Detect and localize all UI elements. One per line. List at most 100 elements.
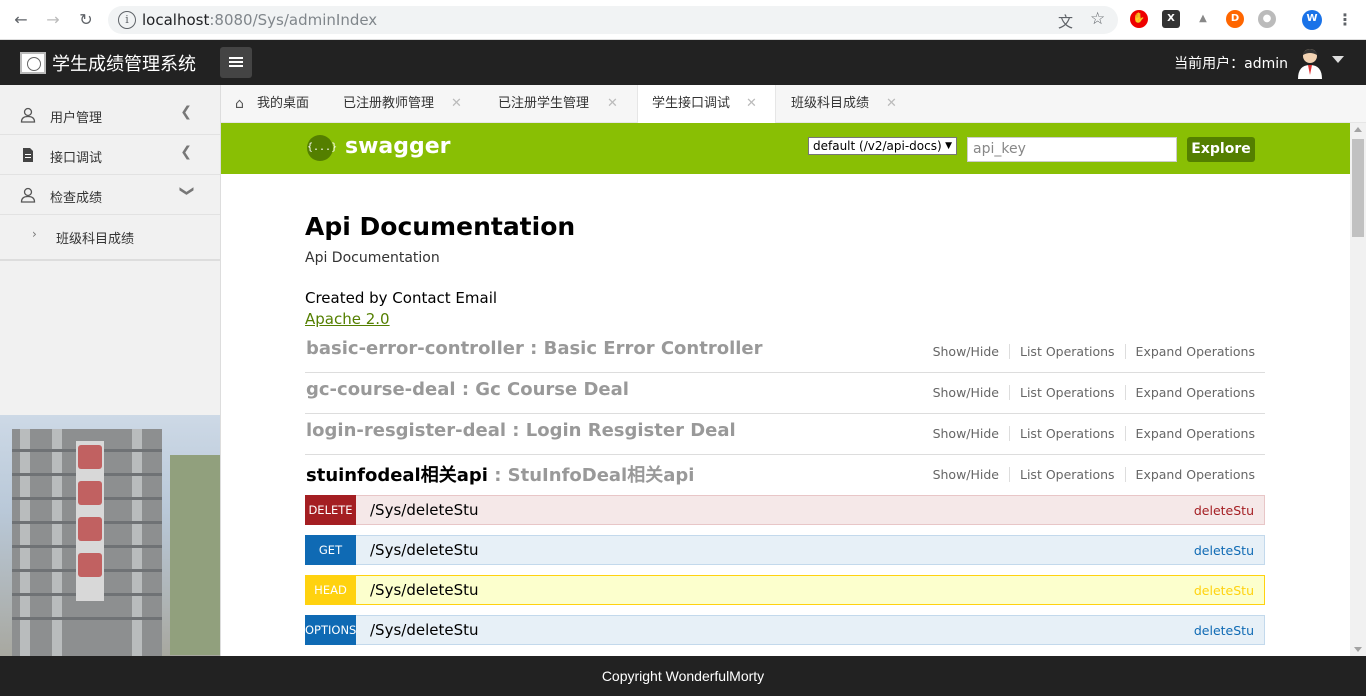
scrollbar-thumb[interactable] <box>1352 139 1364 237</box>
http-method-badge[interactable]: OPTIONS <box>305 615 356 645</box>
resource-actions: Show/Hide List Operations Expand Operation… <box>922 426 1255 441</box>
sidebar: 用户管理 ❮ 接口调试 ❮ 检查成绩 ❮ › 班级科目成绩 <box>0 85 221 656</box>
list-operations-link[interactable]: List Operations <box>1010 385 1126 400</box>
operation-nickname[interactable]: deleteStu <box>1194 503 1254 518</box>
url-text[interactable]: localhost:8080/Sys/adminIndex <box>142 11 377 29</box>
extension-tree-icon[interactable]: ▲ <box>1194 10 1212 28</box>
resource-gc-course-deal[interactable]: gc-course-deal : Gc Course Deal Show/Hid… <box>305 373 1265 414</box>
tab-my-desktop[interactable]: ⌂ 我的桌面 <box>235 85 331 123</box>
menu-toggle-button[interactable] <box>220 47 252 78</box>
http-method-badge[interactable]: GET <box>305 535 356 565</box>
tab-bar: ⌂ 我的桌面 已注册教师管理 ✕ 已注册学生管理 ✕ 学生接口调试 ✕ 班级科目… <box>221 85 1366 124</box>
tab-label: 学生接口调试 <box>652 96 731 111</box>
profile-avatar[interactable]: W <box>1302 10 1322 30</box>
user-avatar-icon[interactable] <box>1296 47 1324 79</box>
extension-duck-icon[interactable]: D <box>1226 10 1244 28</box>
http-method-badge[interactable]: DELETE <box>305 495 356 525</box>
user-icon <box>20 187 36 203</box>
resource-stuinfodeal[interactable]: stuinfodeal相关api : StuInfoDeal相关api Show… <box>305 455 1265 496</box>
operation-nickname[interactable]: deleteStu <box>1194 623 1254 638</box>
license-link[interactable]: Apache 2.0 <box>305 310 390 328</box>
spec-select-value: default (/v2/api-docs) <box>813 139 942 153</box>
resource-name[interactable]: basic-error-controller : Basic Error Con… <box>306 338 763 359</box>
chevron-left-icon: ❮ <box>180 104 192 120</box>
operation-path[interactable]: /Sys/deleteStu <box>370 621 479 639</box>
resource-key: gc-course-deal <box>306 379 456 400</box>
swagger-logo-icon: {...} <box>307 135 337 161</box>
operation-path[interactable]: /Sys/deleteStu <box>370 501 479 519</box>
reload-icon[interactable]: ↻ <box>75 9 97 31</box>
operation-nickname[interactable]: deleteStu <box>1194 583 1254 598</box>
extension-x-icon[interactable]: X <box>1162 10 1180 28</box>
operation-delete[interactable]: DELETE/Sys/deleteStu deleteStu <box>305 495 1265 525</box>
resource-name[interactable]: gc-course-deal : Gc Course Deal <box>306 379 629 400</box>
user-dropdown-caret-icon[interactable] <box>1332 56 1344 63</box>
swagger-brand: swagger <box>345 134 451 159</box>
resource-basic-error-controller[interactable]: basic-error-controller : Basic Error Con… <box>305 332 1265 373</box>
resource-name[interactable]: login-resgister-deal : Login Resgister D… <box>306 420 736 441</box>
list-operations-link[interactable]: List Operations <box>1010 467 1126 482</box>
expand-operations-link[interactable]: Expand Operations <box>1126 385 1255 400</box>
chevron-down-icon: ❮ <box>178 185 195 197</box>
close-icon[interactable]: ✕ <box>607 85 618 123</box>
scroll-down-arrow-icon[interactable] <box>1354 647 1362 652</box>
site-info-icon[interactable]: i <box>118 11 136 29</box>
http-method-badge[interactable]: HEAD <box>305 575 356 605</box>
sidebar-item-user-management[interactable]: 用户管理 ❮ <box>0 95 220 135</box>
explore-button[interactable]: Explore <box>1187 137 1255 162</box>
tab-student-api-debug[interactable]: 学生接口调试 ✕ <box>637 85 776 124</box>
tab-registered-teachers[interactable]: 已注册教师管理 ✕ <box>343 85 473 123</box>
sidebar-subitem-class-scores[interactable]: › 班级科目成绩 <box>0 216 220 256</box>
expand-operations-link[interactable]: Expand Operations <box>1126 344 1255 359</box>
content-scrollbar[interactable] <box>1350 123 1366 656</box>
show-hide-link[interactable]: Show/Hide <box>922 344 1010 359</box>
tab-class-subject-scores[interactable]: 班级科目成绩 ✕ <box>791 85 903 123</box>
tab-label: 已注册学生管理 <box>498 96 590 111</box>
forward-arrow-icon[interactable]: → <box>42 9 64 31</box>
close-icon[interactable]: ✕ <box>746 85 757 123</box>
back-arrow-icon[interactable]: ← <box>10 9 32 31</box>
url-path: :8080/Sys/adminIndex <box>209 11 378 29</box>
chevron-right-icon: › <box>32 227 37 241</box>
show-hide-link[interactable]: Show/Hide <box>922 467 1010 482</box>
app-header: 学生成绩管理系统 当前用户：admin <box>0 40 1366 85</box>
resource-desc: Login Resgister Deal <box>525 420 736 441</box>
doc-contact: Created by Contact Email <box>305 289 498 307</box>
operation-head[interactable]: HEAD/Sys/deleteStu deleteStu <box>305 575 1265 605</box>
expand-operations-link[interactable]: Expand Operations <box>1126 467 1255 482</box>
close-icon[interactable]: ✕ <box>886 85 897 123</box>
spec-select[interactable]: default (/v2/api-docs) ▼ <box>808 137 957 155</box>
show-hide-link[interactable]: Show/Hide <box>922 426 1010 441</box>
operation-nickname[interactable]: deleteStu <box>1194 543 1254 558</box>
operation-path[interactable]: /Sys/deleteStu <box>370 541 479 559</box>
swagger-content: Api Documentation Api Documentation Crea… <box>221 174 1350 656</box>
resource-actions: Show/Hide List Operations Expand Operation… <box>922 344 1255 359</box>
resource-login-resgister-deal[interactable]: login-resgister-deal : Login Resgister D… <box>305 414 1265 455</box>
operation-options[interactable]: OPTIONS/Sys/deleteStu deleteStu <box>305 615 1265 645</box>
list-operations-link[interactable]: List Operations <box>1010 426 1126 441</box>
dropdown-arrow-icon: ▼ <box>945 141 952 151</box>
resource-name[interactable]: stuinfodeal相关api : StuInfoDeal相关api <box>306 461 694 487</box>
close-icon[interactable]: ✕ <box>451 85 462 123</box>
campus-building-image <box>0 415 220 656</box>
api-key-input[interactable]: api_key <box>967 137 1177 162</box>
tab-registered-students[interactable]: 已注册学生管理 ✕ <box>498 85 628 123</box>
list-operations-link[interactable]: List Operations <box>1010 344 1126 359</box>
expand-operations-link[interactable]: Expand Operations <box>1126 426 1255 441</box>
sidebar-divider <box>0 259 220 261</box>
operation-get[interactable]: GET/Sys/deleteStu deleteStu <box>305 535 1265 565</box>
sidebar-item-check-scores[interactable]: 检查成绩 ❮ <box>0 175 220 215</box>
extension-globe-icon[interactable]: ● <box>1258 10 1276 28</box>
resource-actions: Show/Hide List Operations Expand Operation… <box>922 385 1255 400</box>
show-hide-link[interactable]: Show/Hide <box>922 385 1010 400</box>
resource-desc: Basic Error Controller <box>543 338 763 359</box>
translate-icon[interactable]: 文 <box>1058 11 1073 32</box>
browser-menu-icon[interactable]: ⋮ <box>1334 9 1356 31</box>
browser-toolbar: ← → ↻ i localhost:8080/Sys/adminIndex 文 … <box>0 0 1366 40</box>
extension-adblock-icon[interactable]: ✋ <box>1130 10 1148 28</box>
scroll-up-arrow-icon[interactable] <box>1354 127 1362 132</box>
address-bar[interactable]: i localhost:8080/Sys/adminIndex 文 ☆ <box>108 6 1118 34</box>
operation-path[interactable]: /Sys/deleteStu <box>370 581 479 599</box>
bookmark-star-icon[interactable]: ☆ <box>1090 9 1105 29</box>
sidebar-item-api-debug[interactable]: 接口调试 ❮ <box>0 135 220 175</box>
